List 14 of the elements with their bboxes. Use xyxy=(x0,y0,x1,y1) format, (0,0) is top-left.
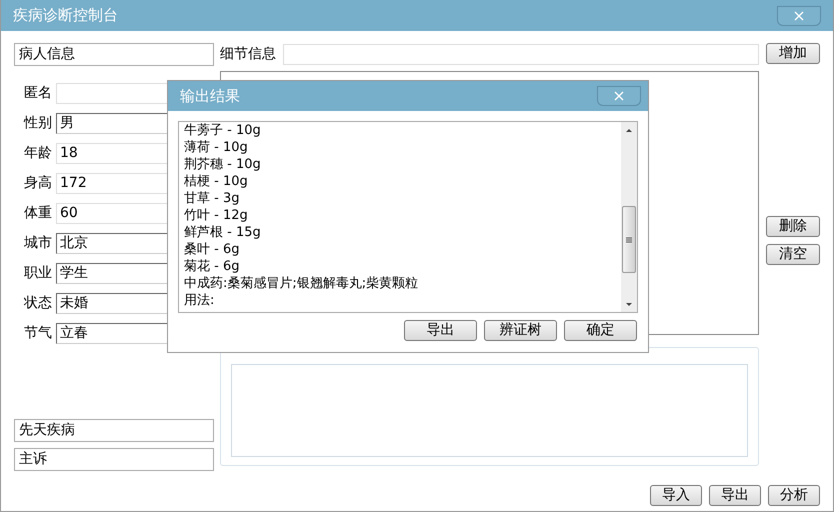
window-title: 疾病诊断控制台 xyxy=(13,5,118,26)
field-label: 细节信息 xyxy=(220,44,276,64)
field-label: 体重 xyxy=(24,204,52,222)
dialog-title: 输出结果 xyxy=(180,86,240,107)
output-line: 用法: xyxy=(184,292,216,309)
field-label: 状态 xyxy=(24,294,52,312)
field-label: 城市 xyxy=(24,234,52,252)
section-heading: 病人信息 xyxy=(14,43,214,66)
field-label: 职业 xyxy=(24,264,52,282)
field-label: 匿名 xyxy=(24,84,52,102)
field-label: 节气 xyxy=(24,324,52,342)
field-label: 年龄 xyxy=(24,144,52,162)
field-label: 性别 xyxy=(24,114,52,132)
field-label: 身高 xyxy=(24,174,52,192)
